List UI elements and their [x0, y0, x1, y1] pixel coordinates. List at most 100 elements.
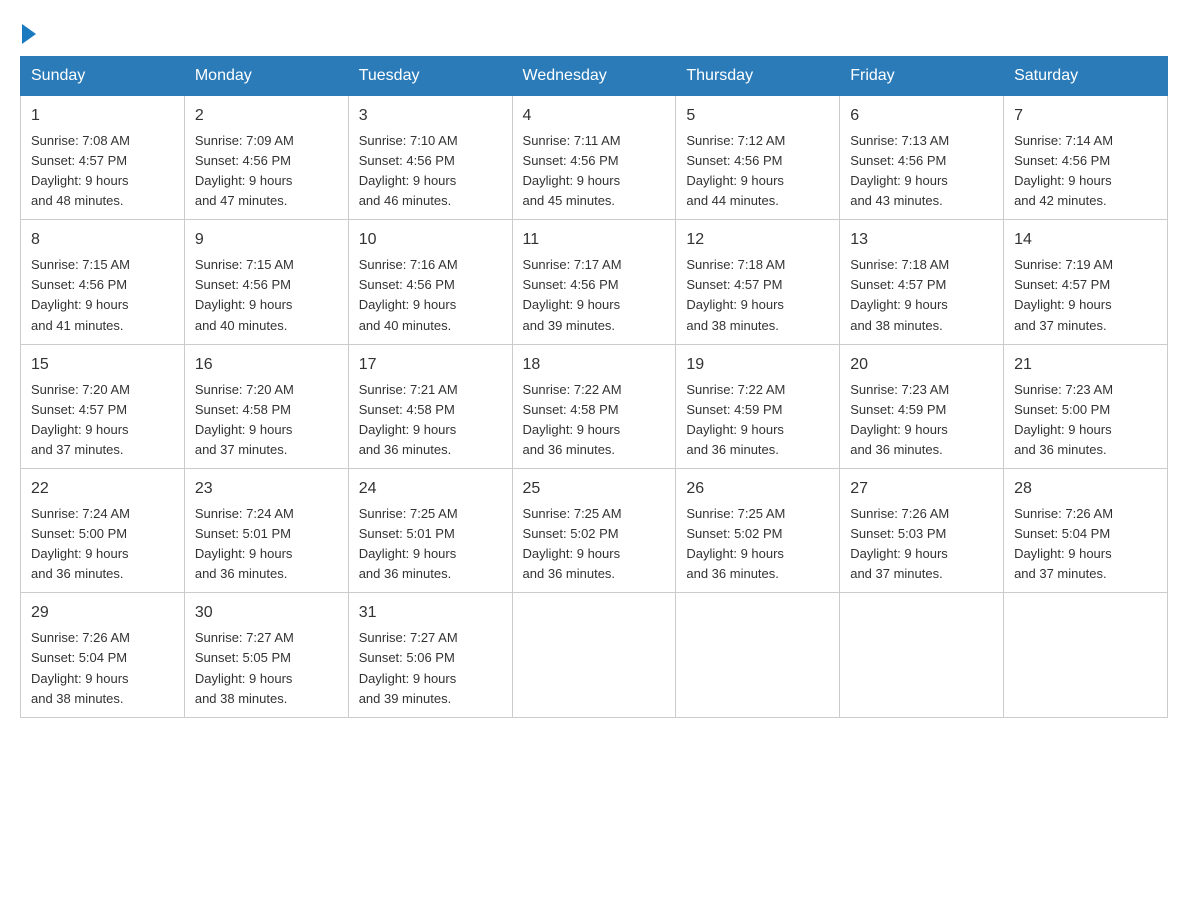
day-info: Sunrise: 7:22 AMSunset: 4:59 PMDaylight:… — [686, 382, 785, 457]
day-number: 16 — [195, 353, 338, 378]
calendar-cell: 9Sunrise: 7:15 AMSunset: 4:56 PMDaylight… — [184, 220, 348, 344]
weekday-header-wednesday: Wednesday — [512, 57, 676, 96]
calendar-cell: 16 Sunrise: 7:20 AMSunset: 4:58 PMDayligh… — [184, 344, 348, 468]
day-number: 14 — [1014, 228, 1157, 253]
day-info: Sunrise: 7:09 AMSunset: 4:56 PMDaylight:… — [195, 133, 294, 208]
day-number: 25 — [523, 477, 666, 502]
calendar-cell: 20 Sunrise: 7:23 AMSunset: 4:59 PMDayligh… — [840, 344, 1004, 468]
calendar-cell: 21Sunrise: 7:23 AMSunset: 5:00 PMDayligh… — [1004, 344, 1168, 468]
day-number: 29 — [31, 601, 174, 626]
calendar-cell: 22Sunrise: 7:24 AMSunset: 5:00 PMDayligh… — [21, 469, 185, 593]
day-info: Sunrise: 7:18 AMSunset: 4:57 PMDaylight:… — [850, 257, 949, 332]
day-info: Sunrise: 7:26 AMSunset: 5:04 PMDaylight:… — [1014, 506, 1113, 581]
day-number: 13 — [850, 228, 993, 253]
calendar-table: SundayMondayTuesdayWednesdayThursdayFrid… — [20, 56, 1168, 718]
day-number: 11 — [523, 228, 666, 253]
calendar-cell: 31Sunrise: 7:27 AMSunset: 5:06 PMDayligh… — [348, 593, 512, 717]
day-info: Sunrise: 7:23 AMSunset: 4:59 PMDaylight:… — [850, 382, 949, 457]
logo — [20, 20, 36, 40]
day-number: 7 — [1014, 104, 1157, 129]
day-info: Sunrise: 7:24 AMSunset: 5:01 PMDaylight:… — [195, 506, 294, 581]
calendar-cell: 8Sunrise: 7:15 AMSunset: 4:56 PMDaylight… — [21, 220, 185, 344]
calendar-cell: 4Sunrise: 7:11 AMSunset: 4:56 PMDaylight… — [512, 96, 676, 220]
day-number: 3 — [359, 104, 502, 129]
day-info: Sunrise: 7:14 AMSunset: 4:56 PMDaylight:… — [1014, 133, 1113, 208]
day-number: 2 — [195, 104, 338, 129]
day-info: Sunrise: 7:15 AMSunset: 4:56 PMDaylight:… — [31, 257, 130, 332]
calendar-cell — [1004, 593, 1168, 717]
day-number: 15 — [31, 353, 174, 378]
calendar-cell: 5 Sunrise: 7:12 AMSunset: 4:56 PMDaylight… — [676, 96, 840, 220]
day-info: Sunrise: 7:08 AMSunset: 4:57 PMDaylight:… — [31, 133, 130, 208]
week-row-4: 22Sunrise: 7:24 AMSunset: 5:00 PMDayligh… — [21, 469, 1168, 593]
day-info: Sunrise: 7:16 AMSunset: 4:56 PMDaylight:… — [359, 257, 458, 332]
day-info: Sunrise: 7:25 AMSunset: 5:02 PMDaylight:… — [523, 506, 622, 581]
week-row-1: 1Sunrise: 7:08 AMSunset: 4:57 PMDaylight… — [21, 96, 1168, 220]
day-info: Sunrise: 7:25 AMSunset: 5:01 PMDaylight:… — [359, 506, 458, 581]
calendar-cell — [512, 593, 676, 717]
calendar-cell: 18 Sunrise: 7:22 AMSunset: 4:58 PMDayligh… — [512, 344, 676, 468]
day-info: Sunrise: 7:26 AMSunset: 5:04 PMDaylight:… — [31, 630, 130, 705]
calendar-cell: 26 Sunrise: 7:25 AMSunset: 5:02 PMDayligh… — [676, 469, 840, 593]
calendar-cell — [840, 593, 1004, 717]
calendar-cell — [676, 593, 840, 717]
day-number: 9 — [195, 228, 338, 253]
calendar-cell: 23 Sunrise: 7:24 AMSunset: 5:01 PMDayligh… — [184, 469, 348, 593]
day-info: Sunrise: 7:23 AMSunset: 5:00 PMDaylight:… — [1014, 382, 1113, 457]
day-info: Sunrise: 7:27 AMSunset: 5:05 PMDaylight:… — [195, 630, 294, 705]
weekday-header-monday: Monday — [184, 57, 348, 96]
calendar-cell: 1Sunrise: 7:08 AMSunset: 4:57 PMDaylight… — [21, 96, 185, 220]
day-number: 6 — [850, 104, 993, 129]
day-info: Sunrise: 7:25 AMSunset: 5:02 PMDaylight:… — [686, 506, 785, 581]
calendar-cell: 15 Sunrise: 7:20 AMSunset: 4:57 PMDayligh… — [21, 344, 185, 468]
calendar-cell: 24 Sunrise: 7:25 AMSunset: 5:01 PMDayligh… — [348, 469, 512, 593]
calendar-cell: 6 Sunrise: 7:13 AMSunset: 4:56 PMDaylight… — [840, 96, 1004, 220]
calendar-cell: 30 Sunrise: 7:27 AMSunset: 5:05 PMDayligh… — [184, 593, 348, 717]
day-number: 20 — [850, 353, 993, 378]
calendar-cell: 27 Sunrise: 7:26 AMSunset: 5:03 PMDayligh… — [840, 469, 1004, 593]
day-info: Sunrise: 7:10 AMSunset: 4:56 PMDaylight:… — [359, 133, 458, 208]
day-number: 24 — [359, 477, 502, 502]
calendar-cell: 2 Sunrise: 7:09 AMSunset: 4:56 PMDaylight… — [184, 96, 348, 220]
calendar-cell: 29 Sunrise: 7:26 AMSunset: 5:04 PMDayligh… — [21, 593, 185, 717]
day-number: 5 — [686, 104, 829, 129]
day-info: Sunrise: 7:12 AMSunset: 4:56 PMDaylight:… — [686, 133, 785, 208]
day-number: 28 — [1014, 477, 1157, 502]
day-number: 12 — [686, 228, 829, 253]
day-number: 18 — [523, 353, 666, 378]
day-number: 23 — [195, 477, 338, 502]
day-info: Sunrise: 7:26 AMSunset: 5:03 PMDaylight:… — [850, 506, 949, 581]
logo-arrow-icon — [22, 24, 36, 44]
weekday-header-sunday: Sunday — [21, 57, 185, 96]
calendar-cell: 19 Sunrise: 7:22 AMSunset: 4:59 PMDayligh… — [676, 344, 840, 468]
day-number: 17 — [359, 353, 502, 378]
weekday-header-row: SundayMondayTuesdayWednesdayThursdayFrid… — [21, 57, 1168, 96]
calendar-cell: 10 Sunrise: 7:16 AMSunset: 4:56 PMDayligh… — [348, 220, 512, 344]
day-info: Sunrise: 7:19 AMSunset: 4:57 PMDaylight:… — [1014, 257, 1113, 332]
calendar-cell: 25 Sunrise: 7:25 AMSunset: 5:02 PMDayligh… — [512, 469, 676, 593]
day-number: 30 — [195, 601, 338, 626]
calendar-cell: 28 Sunrise: 7:26 AMSunset: 5:04 PMDayligh… — [1004, 469, 1168, 593]
day-number: 10 — [359, 228, 502, 253]
calendar-cell: 11 Sunrise: 7:17 AMSunset: 4:56 PMDayligh… — [512, 220, 676, 344]
week-row-5: 29 Sunrise: 7:26 AMSunset: 5:04 PMDayligh… — [21, 593, 1168, 717]
weekday-header-tuesday: Tuesday — [348, 57, 512, 96]
calendar-cell: 7 Sunrise: 7:14 AMSunset: 4:56 PMDaylight… — [1004, 96, 1168, 220]
page-header — [20, 20, 1168, 40]
day-number: 26 — [686, 477, 829, 502]
day-info: Sunrise: 7:27 AMSunset: 5:06 PMDaylight:… — [359, 630, 458, 705]
day-info: Sunrise: 7:20 AMSunset: 4:58 PMDaylight:… — [195, 382, 294, 457]
calendar-cell: 17Sunrise: 7:21 AMSunset: 4:58 PMDayligh… — [348, 344, 512, 468]
day-number: 27 — [850, 477, 993, 502]
day-info: Sunrise: 7:17 AMSunset: 4:56 PMDaylight:… — [523, 257, 622, 332]
day-info: Sunrise: 7:20 AMSunset: 4:57 PMDaylight:… — [31, 382, 130, 457]
day-info: Sunrise: 7:11 AMSunset: 4:56 PMDaylight:… — [523, 133, 621, 208]
day-info: Sunrise: 7:13 AMSunset: 4:56 PMDaylight:… — [850, 133, 949, 208]
day-number: 19 — [686, 353, 829, 378]
weekday-header-thursday: Thursday — [676, 57, 840, 96]
calendar-cell: 3 Sunrise: 7:10 AMSunset: 4:56 PMDaylight… — [348, 96, 512, 220]
week-row-2: 8Sunrise: 7:15 AMSunset: 4:56 PMDaylight… — [21, 220, 1168, 344]
weekday-header-friday: Friday — [840, 57, 1004, 96]
weekday-header-saturday: Saturday — [1004, 57, 1168, 96]
day-info: Sunrise: 7:22 AMSunset: 4:58 PMDaylight:… — [523, 382, 622, 457]
